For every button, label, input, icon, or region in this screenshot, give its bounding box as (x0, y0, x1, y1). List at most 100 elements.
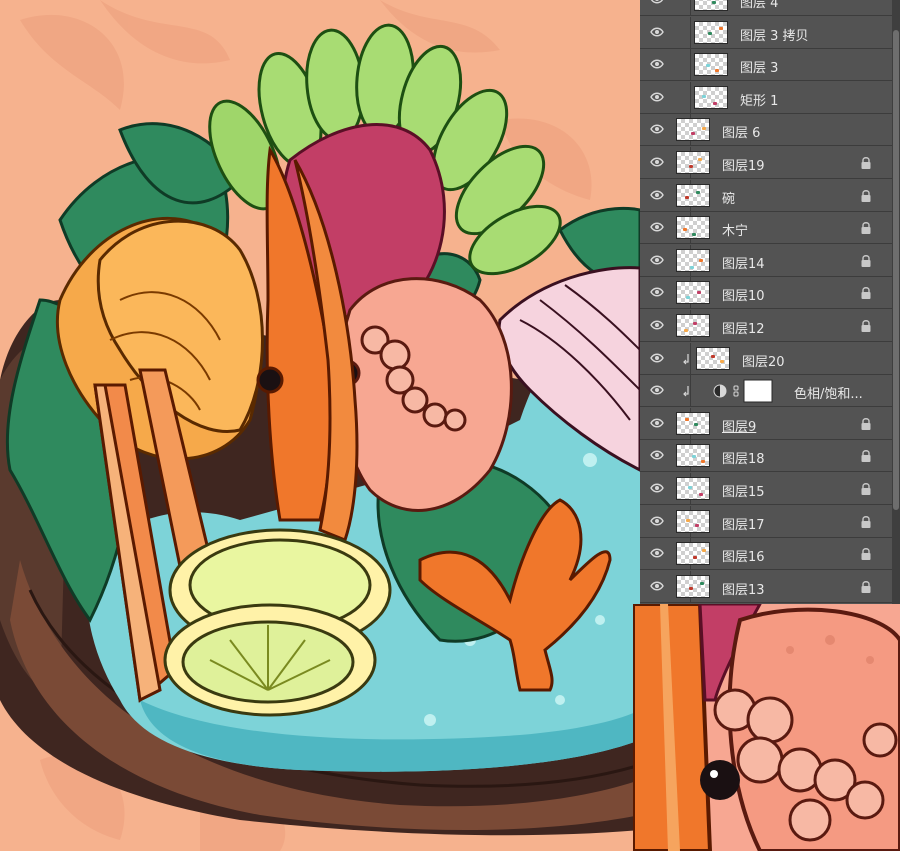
eye-icon[interactable] (650, 27, 664, 37)
layers-scrollbar[interactable] (892, 0, 900, 604)
layer-name[interactable]: 色相/饱和... (794, 383, 863, 402)
layer-thumbnail[interactable] (676, 118, 710, 142)
eye-icon[interactable] (650, 320, 664, 330)
layer-name[interactable]: 图层 6 (722, 122, 760, 141)
lock-icon[interactable] (860, 286, 872, 300)
lock-icon[interactable] (860, 515, 872, 529)
layer-name[interactable]: 图层9 (722, 416, 756, 435)
layer-thumbnail[interactable] (676, 183, 710, 207)
eye-icon[interactable] (650, 581, 664, 591)
layer-thumbnail[interactable] (676, 248, 710, 272)
adjustment-layer-icon[interactable] (700, 379, 786, 403)
layer-row-6[interactable]: 碗 (640, 179, 892, 212)
eye-icon[interactable] (650, 483, 664, 493)
lock-icon[interactable] (860, 482, 872, 496)
lock-icon[interactable] (860, 221, 872, 235)
layer-name[interactable]: 图层17 (722, 514, 765, 533)
layer-name[interactable]: 图层20 (742, 351, 785, 370)
lock-icon[interactable] (860, 449, 872, 463)
layer-thumbnail[interactable] (694, 53, 728, 77)
layer-thumbnail[interactable] (694, 20, 728, 44)
layer-row-18[interactable]: 图层13 (640, 570, 892, 603)
eye-icon[interactable] (650, 124, 664, 134)
thumbnail-mark (702, 549, 706, 553)
layer-name[interactable]: 木宁 (722, 220, 748, 239)
lock-icon[interactable] (860, 254, 872, 268)
layer-name[interactable]: 图层13 (722, 579, 765, 598)
layer-row-16[interactable]: 图层17 (640, 505, 892, 538)
layer-thumbnail[interactable] (694, 85, 728, 109)
layer-thumbnail[interactable] (676, 314, 710, 337)
eye-icon[interactable] (650, 385, 664, 395)
layer-name[interactable]: 图层10 (722, 285, 765, 304)
eye-icon[interactable] (650, 418, 664, 428)
layer-row-13[interactable]: 图层9 (640, 407, 892, 440)
layer-name[interactable]: 图层15 (722, 481, 765, 500)
lock-icon[interactable] (860, 189, 872, 203)
layer-row-9[interactable]: 图层10 (640, 277, 892, 310)
lock-icon[interactable] (860, 547, 872, 561)
layer-name[interactable]: 图层 3 (740, 57, 778, 76)
thumbnail-mark (685, 417, 689, 421)
layer-row-15[interactable]: 图层15 (640, 473, 892, 505)
lock-icon[interactable] (860, 580, 872, 594)
layer-row-11[interactable]: 图层20 (640, 342, 892, 375)
layer-name[interactable]: 图层18 (722, 448, 765, 467)
eye-icon[interactable] (650, 157, 664, 167)
layer-thumbnail[interactable] (676, 444, 710, 468)
lock-icon[interactable] (860, 156, 872, 170)
layer-thumbnail[interactable] (694, 0, 728, 11)
layer-row-2[interactable]: 图层 3 (640, 49, 892, 82)
layer-row-3[interactable]: 矩形 1 (640, 81, 892, 114)
thumbnail-mark (693, 556, 697, 560)
thumbnail-mark (695, 523, 699, 527)
layer-thumbnail[interactable] (676, 574, 710, 598)
eye-icon[interactable] (650, 353, 664, 363)
layer-thumbnail[interactable] (676, 477, 710, 500)
layer-name[interactable]: 图层 3 拷贝 (740, 25, 809, 44)
layer-name[interactable]: 图层 4 (740, 0, 778, 11)
thumbnail-mark (702, 94, 706, 98)
layer-row-10[interactable]: 图层12 (640, 310, 892, 342)
layer-name[interactable]: 图层14 (722, 253, 765, 272)
layer-row-4[interactable]: 图层 6 (640, 114, 892, 147)
layer-thumbnail[interactable] (676, 281, 710, 305)
layer-row-7[interactable]: 木宁 (640, 212, 892, 245)
layer-row-1[interactable]: 图层 3 拷贝 (640, 16, 892, 49)
eye-icon[interactable] (650, 287, 664, 297)
eye-icon[interactable] (650, 92, 664, 102)
eye-icon[interactable] (650, 516, 664, 526)
lemon-slices (163, 528, 392, 717)
layer-thumbnail[interactable] (676, 216, 710, 240)
lock-icon[interactable] (860, 319, 872, 333)
eye-icon[interactable] (650, 548, 664, 558)
layer-name[interactable]: 图层12 (722, 318, 765, 337)
eye-icon[interactable] (650, 222, 664, 232)
layer-thumbnail[interactable] (676, 151, 710, 174)
thumbnail-mark (701, 460, 705, 464)
layer-name[interactable]: 矩形 1 (740, 90, 778, 109)
eye-icon[interactable] (650, 450, 664, 460)
layer-row-8[interactable]: 图层14 (640, 244, 892, 277)
eye-icon[interactable] (650, 190, 664, 200)
thumbnail-mark (692, 455, 696, 459)
thumbnail-mark (698, 158, 702, 161)
layer-thumbnail[interactable] (676, 509, 710, 533)
layer-name[interactable]: 图层16 (722, 546, 765, 565)
eye-icon[interactable] (650, 0, 664, 4)
eye-icon[interactable] (650, 255, 664, 265)
layer-thumbnail[interactable] (676, 542, 710, 566)
layers-scroll-thumb[interactable] (893, 30, 899, 510)
eye-icon[interactable] (650, 59, 664, 69)
layer-name[interactable]: 图层19 (722, 155, 765, 174)
layers-panel[interactable]: 图层 4 图层 3 拷贝 图层 3 矩形 1 图层 6 图层19 碗 木宁 图层… (640, 0, 900, 604)
layer-row-12[interactable]: 色相/饱和... (640, 375, 892, 408)
layer-thumbnail[interactable] (696, 346, 730, 370)
layer-row-14[interactable]: 图层18 (640, 440, 892, 473)
layer-thumbnail[interactable] (676, 411, 710, 435)
layer-row-5[interactable]: 图层19 (640, 147, 892, 179)
layer-row-0[interactable]: 图层 4 (640, 0, 892, 16)
layer-row-17[interactable]: 图层16 (640, 538, 892, 571)
lock-icon[interactable] (860, 417, 872, 431)
layer-name[interactable]: 碗 (722, 188, 735, 207)
